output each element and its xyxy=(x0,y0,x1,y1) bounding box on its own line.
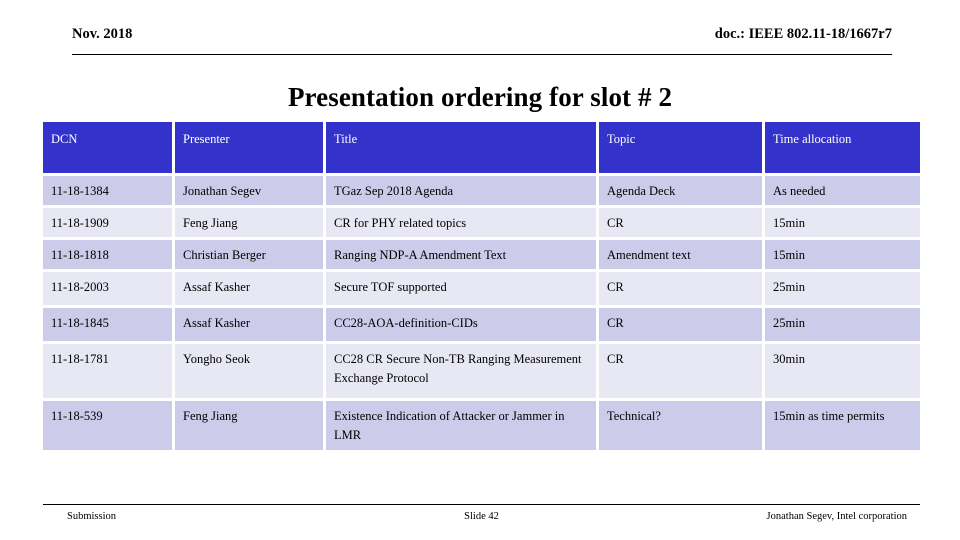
cell-title: Secure TOF supported xyxy=(326,272,596,306)
cell-time: 15min xyxy=(765,208,920,238)
table-row: 11-18-1781 Yongho Seok CC28 CR Secure No… xyxy=(43,344,920,399)
cell-presenter: Christian Berger xyxy=(175,240,323,270)
cell-topic: CR xyxy=(599,308,762,342)
cell-title: TGaz Sep 2018 Agenda xyxy=(326,176,596,206)
cell-dcn: 11-18-1845 xyxy=(43,308,172,342)
cell-time: As needed xyxy=(765,176,920,206)
table-row: 11-18-1384 Jonathan Segev TGaz Sep 2018 … xyxy=(43,176,920,206)
cell-title: Ranging NDP-A Amendment Text xyxy=(326,240,596,270)
cell-presenter: Assaf Kasher xyxy=(175,308,323,342)
cell-time: 15min as time permits xyxy=(765,401,920,451)
table-row: 11-18-1845 Assaf Kasher CC28-AOA-definit… xyxy=(43,308,920,342)
slide-header: Nov. 2018 doc.: IEEE 802.11-18/1667r7 xyxy=(72,26,892,55)
column-header-topic: Topic xyxy=(599,122,762,173)
cell-topic: Technical? xyxy=(599,401,762,451)
cell-presenter: Feng Jiang xyxy=(175,401,323,451)
column-header-title: Title xyxy=(326,122,596,173)
cell-presenter: Yongho Seok xyxy=(175,344,323,399)
cell-presenter: Feng Jiang xyxy=(175,208,323,238)
cell-title: Existence Indication of Attacker or Jamm… xyxy=(326,401,596,451)
cell-title: CC28 CR Secure Non-TB Ranging Measuremen… xyxy=(326,344,596,399)
cell-topic: Agenda Deck xyxy=(599,176,762,206)
cell-presenter: Jonathan Segev xyxy=(175,176,323,206)
cell-presenter: Assaf Kasher xyxy=(175,272,323,306)
slide-footer: Submission Slide 42 Jonathan Segev, Inte… xyxy=(43,504,920,529)
cell-time: 30min xyxy=(765,344,920,399)
cell-topic: CR xyxy=(599,272,762,306)
table-header-row: DCN Presenter Title Topic Time allocatio… xyxy=(43,122,920,173)
cell-dcn: 11-18-539 xyxy=(43,401,172,451)
cell-dcn: 11-18-1384 xyxy=(43,176,172,206)
cell-topic: CR xyxy=(599,344,762,399)
cell-title: CR for PHY related topics xyxy=(326,208,596,238)
cell-dcn: 11-18-1909 xyxy=(43,208,172,238)
cell-topic: Amendment text xyxy=(599,240,762,270)
column-header-time-allocation: Time allocation xyxy=(765,122,920,173)
presentation-ordering-table: DCN Presenter Title Topic Time allocatio… xyxy=(40,119,923,453)
header-doc-number: doc.: IEEE 802.11-18/1667r7 xyxy=(714,26,892,42)
cell-topic: CR xyxy=(599,208,762,238)
header-date: Nov. 2018 xyxy=(72,26,133,42)
footer-author: Jonathan Segev, Intel corporation xyxy=(766,511,907,522)
slide: Nov. 2018 doc.: IEEE 802.11-18/1667r7 Pr… xyxy=(0,0,960,540)
cell-time: 25min xyxy=(765,308,920,342)
page-title: Presentation ordering for slot # 2 xyxy=(287,82,673,112)
table-row: 11-18-2003 Assaf Kasher Secure TOF suppo… xyxy=(43,272,920,306)
table-row: 11-18-1909 Feng Jiang CR for PHY related… xyxy=(43,208,920,238)
cell-title: CC28-AOA-definition-CIDs xyxy=(326,308,596,342)
presentation-ordering-table-wrapper: DCN Presenter Title Topic Time allocatio… xyxy=(40,119,923,453)
cell-dcn: 11-18-1818 xyxy=(43,240,172,270)
cell-dcn: 11-18-2003 xyxy=(43,272,172,306)
cell-dcn: 11-18-1781 xyxy=(43,344,172,399)
table-row: 11-18-1818 Christian Berger Ranging NDP-… xyxy=(43,240,920,270)
table-row: 11-18-539 Feng Jiang Existence Indicatio… xyxy=(43,401,920,451)
cell-time: 15min xyxy=(765,240,920,270)
column-header-dcn: DCN xyxy=(43,122,172,173)
cell-time: 25min xyxy=(765,272,920,306)
column-header-presenter: Presenter xyxy=(175,122,323,173)
